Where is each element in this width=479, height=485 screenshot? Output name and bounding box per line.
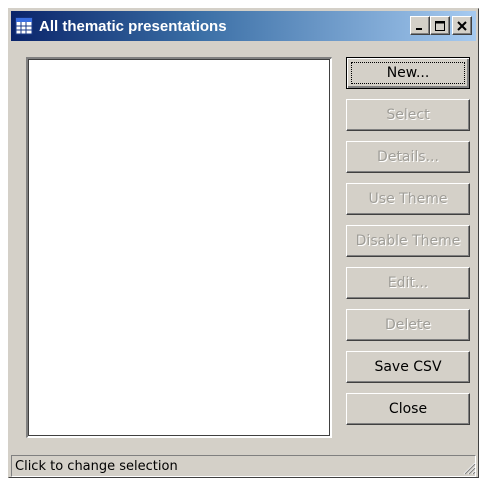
save-csv-button[interactable]: Save CSV bbox=[346, 351, 470, 383]
close-icon bbox=[457, 20, 467, 31]
select-button[interactable]: Select bbox=[346, 99, 470, 131]
dialog-window: All thematic presentations New... Select… bbox=[8, 8, 479, 478]
delete-button[interactable]: Delete bbox=[346, 309, 470, 341]
maximize-button[interactable] bbox=[430, 16, 450, 35]
window-title: All thematic presentations bbox=[39, 17, 227, 35]
minimize-button[interactable] bbox=[410, 16, 430, 35]
minimize-icon bbox=[416, 27, 422, 30]
title-bar[interactable]: All thematic presentations bbox=[11, 11, 476, 41]
resize-grip-icon[interactable] bbox=[462, 461, 476, 475]
maximize-icon bbox=[435, 20, 445, 31]
table-icon bbox=[15, 17, 33, 35]
details-button[interactable]: Details... bbox=[346, 141, 470, 173]
close-window-button[interactable] bbox=[452, 16, 472, 35]
edit-button[interactable]: Edit... bbox=[346, 267, 470, 299]
status-bar: Click to change selection bbox=[11, 455, 476, 477]
disable-theme-button[interactable]: Disable Theme bbox=[346, 225, 470, 257]
presentations-list[interactable] bbox=[26, 57, 332, 438]
new-button[interactable]: New... bbox=[346, 57, 470, 89]
use-theme-button[interactable]: Use Theme bbox=[346, 183, 470, 215]
status-text: Click to change selection bbox=[15, 458, 178, 474]
close-button[interactable]: Close bbox=[346, 393, 470, 425]
